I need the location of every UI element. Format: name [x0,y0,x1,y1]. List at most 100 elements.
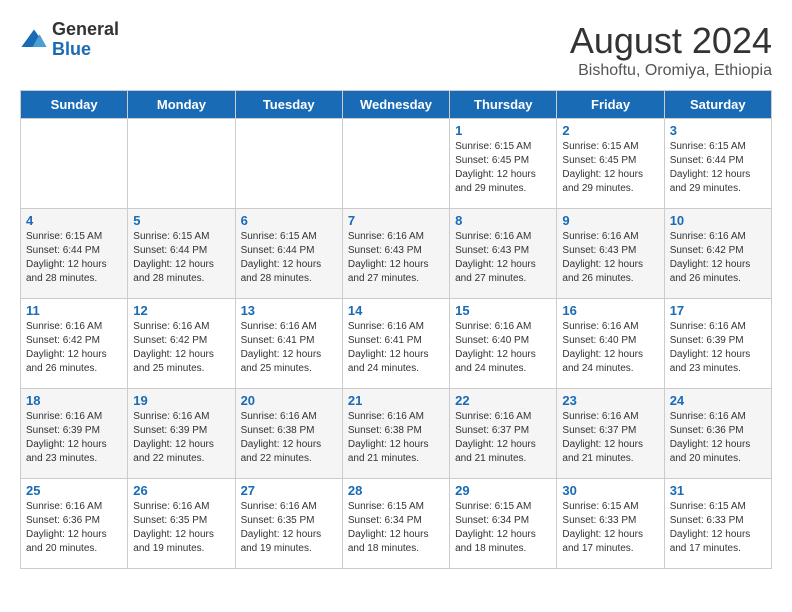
day-number: 13 [241,303,337,318]
calendar-cell: 12Sunrise: 6:16 AM Sunset: 6:42 PM Dayli… [128,299,235,389]
day-number: 23 [562,393,658,408]
calendar-week-2: 4 Sunrise: 6:15 AM Sunset: 6:44 PM Daylig… [21,209,772,299]
calendar-cell: 11Sunrise: 6:16 AM Sunset: 6:42 PM Dayli… [21,299,128,389]
calendar-cell: 4 Sunrise: 6:15 AM Sunset: 6:44 PM Daylig… [21,209,128,299]
calendar-week-4: 18 Sunrise: 6:16 AM Sunset: 6:39 PM Dayli… [21,389,772,479]
day-number: 12 [133,303,229,318]
day-info: Sunrise: 6:16 AM Sunset: 6:43 PM Dayligh… [562,230,658,286]
day-number: 3 [670,123,766,138]
calendar-cell: 10 Sunrise: 6:16 AM Sunset: 6:42 PM Dayli… [664,209,771,299]
day-info: Sunrise: 6:16 AM Sunset: 6:43 PM Dayligh… [455,230,551,286]
calendar-cell: 29 Sunrise: 6:15 AM Sunset: 6:34 PM Dayli… [450,479,557,569]
header-saturday: Saturday [664,91,771,119]
day-info: Sunrise: 6:16 AM Sunset: 6:39 PM Dayligh… [133,410,229,466]
calendar-cell: 18 Sunrise: 6:16 AM Sunset: 6:39 PM Dayli… [21,389,128,479]
calendar-cell: 30 Sunrise: 6:15 AM Sunset: 6:33 PM Dayli… [557,479,664,569]
calendar-cell: 8 Sunrise: 6:16 AM Sunset: 6:43 PM Daylig… [450,209,557,299]
header: General Blue August 2024 Bishoftu, Oromi… [20,20,772,80]
day-info: Sunrise: 6:15 AM Sunset: 6:33 PM Dayligh… [670,500,766,556]
calendar-cell: 25 Sunrise: 6:16 AM Sunset: 6:36 PM Dayli… [21,479,128,569]
day-number: 9 [562,213,658,228]
calendar-cell: 22 Sunrise: 6:16 AM Sunset: 6:37 PM Dayli… [450,389,557,479]
day-info: Sunrise: 6:15 AM Sunset: 6:44 PM Dayligh… [133,230,229,286]
day-number: 21 [348,393,444,408]
calendar-week-5: 25 Sunrise: 6:16 AM Sunset: 6:36 PM Dayli… [21,479,772,569]
logo-blue-text: Blue [52,40,119,60]
calendar-cell: 28 Sunrise: 6:15 AM Sunset: 6:34 PM Dayli… [342,479,449,569]
day-info: Sunrise: 6:15 AM Sunset: 6:33 PM Dayligh… [562,500,658,556]
day-number: 25 [26,483,122,498]
day-info: Sunrise: 6:16 AM Sunset: 6:41 PM Dayligh… [241,320,337,376]
day-number: 2 [562,123,658,138]
calendar-cell [235,119,342,209]
day-info: Sunrise: 6:16 AM Sunset: 6:39 PM Dayligh… [26,410,122,466]
calendar-cell: 15 Sunrise: 6:16 AM Sunset: 6:40 PM Dayli… [450,299,557,389]
day-number: 1 [455,123,551,138]
day-info: Sunrise: 6:15 AM Sunset: 6:34 PM Dayligh… [455,500,551,556]
day-number: 10 [670,213,766,228]
day-number: 14 [348,303,444,318]
calendar-cell: 1Sunrise: 6:15 AM Sunset: 6:45 PM Daylig… [450,119,557,209]
day-number: 29 [455,483,551,498]
day-number: 15 [455,303,551,318]
day-info: Sunrise: 6:16 AM Sunset: 6:35 PM Dayligh… [133,500,229,556]
header-tuesday: Tuesday [235,91,342,119]
calendar-cell: 9 Sunrise: 6:16 AM Sunset: 6:43 PM Daylig… [557,209,664,299]
day-number: 19 [133,393,229,408]
day-info: Sunrise: 6:15 AM Sunset: 6:34 PM Dayligh… [348,500,444,556]
logo: General Blue [20,20,119,60]
calendar-cell: 26 Sunrise: 6:16 AM Sunset: 6:35 PM Dayli… [128,479,235,569]
day-number: 20 [241,393,337,408]
calendar-cell: 6Sunrise: 6:15 AM Sunset: 6:44 PM Daylig… [235,209,342,299]
day-info: Sunrise: 6:15 AM Sunset: 6:44 PM Dayligh… [26,230,122,286]
calendar-cell: 2 Sunrise: 6:15 AM Sunset: 6:45 PM Daylig… [557,119,664,209]
day-number: 8 [455,213,551,228]
day-number: 18 [26,393,122,408]
calendar-cell: 13 Sunrise: 6:16 AM Sunset: 6:41 PM Dayli… [235,299,342,389]
calendar-cell [342,119,449,209]
calendar-cell: 20 Sunrise: 6:16 AM Sunset: 6:38 PM Dayli… [235,389,342,479]
location-subtitle: Bishoftu, Oromiya, Ethiopia [570,62,772,80]
calendar-week-1: 1 Sunrise: 6:15 AM Sunset: 6:45 PM Daylig… [21,119,772,209]
day-info: Sunrise: 6:16 AM Sunset: 6:42 PM Dayligh… [670,230,766,286]
day-info: Sunrise: 6:16 AM Sunset: 6:37 PM Dayligh… [455,410,551,466]
header-wednesday: Wednesday [342,91,449,119]
header-friday: Friday [557,91,664,119]
day-info: Sunrise: 6:16 AM Sunset: 6:41 PM Dayligh… [348,320,444,376]
day-info: Sunrise: 6:16 AM Sunset: 6:42 PM Dayligh… [26,320,122,376]
title-area: August 2024 Bishoftu, Oromiya, Ethiopia [570,20,772,80]
logo-text: General Blue [52,20,119,60]
calendar-cell: 31Sunrise: 6:15 AM Sunset: 6:33 PM Dayli… [664,479,771,569]
day-number: 16 [562,303,658,318]
calendar-cell [128,119,235,209]
day-info: Sunrise: 6:15 AM Sunset: 6:44 PM Dayligh… [670,140,766,196]
day-info: Sunrise: 6:16 AM Sunset: 6:36 PM Dayligh… [670,410,766,466]
day-info: Sunrise: 6:16 AM Sunset: 6:37 PM Dayligh… [562,410,658,466]
calendar-cell: 21 Sunrise: 6:16 AM Sunset: 6:38 PM Dayli… [342,389,449,479]
day-info: Sunrise: 6:16 AM Sunset: 6:36 PM Dayligh… [26,500,122,556]
day-info: Sunrise: 6:16 AM Sunset: 6:38 PM Dayligh… [241,410,337,466]
header-monday: Monday [128,91,235,119]
calendar-cell: 7Sunrise: 6:16 AM Sunset: 6:43 PM Daylig… [342,209,449,299]
day-info: Sunrise: 6:15 AM Sunset: 6:45 PM Dayligh… [562,140,658,196]
calendar-table: Sunday Monday Tuesday Wednesday Thursday… [20,90,772,569]
calendar-cell: 3 Sunrise: 6:15 AM Sunset: 6:44 PM Daylig… [664,119,771,209]
calendar-cell: 19 Sunrise: 6:16 AM Sunset: 6:39 PM Dayli… [128,389,235,479]
day-number: 7 [348,213,444,228]
day-number: 4 [26,213,122,228]
header-sunday: Sunday [21,91,128,119]
day-number: 30 [562,483,658,498]
calendar-body: 1 Sunrise: 6:15 AM Sunset: 6:45 PM Daylig… [21,119,772,569]
day-info: Sunrise: 6:16 AM Sunset: 6:40 PM Dayligh… [562,320,658,376]
day-number: 28 [348,483,444,498]
day-number: 22 [455,393,551,408]
day-info: Sunrise: 6:16 AM Sunset: 6:35 PM Dayligh… [241,500,337,556]
day-number: 6 [241,213,337,228]
calendar-cell: 27Sunrise: 6:16 AM Sunset: 6:35 PM Dayli… [235,479,342,569]
calendar-cell: 24Sunrise: 6:16 AM Sunset: 6:36 PM Dayli… [664,389,771,479]
day-number: 5 [133,213,229,228]
day-info: Sunrise: 6:16 AM Sunset: 6:40 PM Dayligh… [455,320,551,376]
day-number: 26 [133,483,229,498]
day-info: Sunrise: 6:16 AM Sunset: 6:38 PM Dayligh… [348,410,444,466]
calendar-cell: 16 Sunrise: 6:16 AM Sunset: 6:40 PM Dayli… [557,299,664,389]
